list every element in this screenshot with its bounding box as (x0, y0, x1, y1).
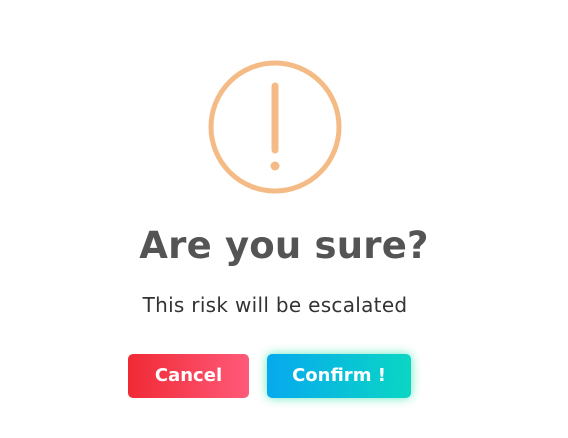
exclamation-circle-icon (208, 60, 342, 194)
confirm-button[interactable]: Confirm ! (267, 354, 411, 398)
confirmation-dialog: Are you sure? This risk will be escalate… (0, 0, 568, 438)
dialog-message: This risk will be escalated (142, 293, 408, 317)
dialog-title: Are you sure? (139, 224, 429, 267)
cancel-button[interactable]: Cancel (128, 354, 249, 398)
